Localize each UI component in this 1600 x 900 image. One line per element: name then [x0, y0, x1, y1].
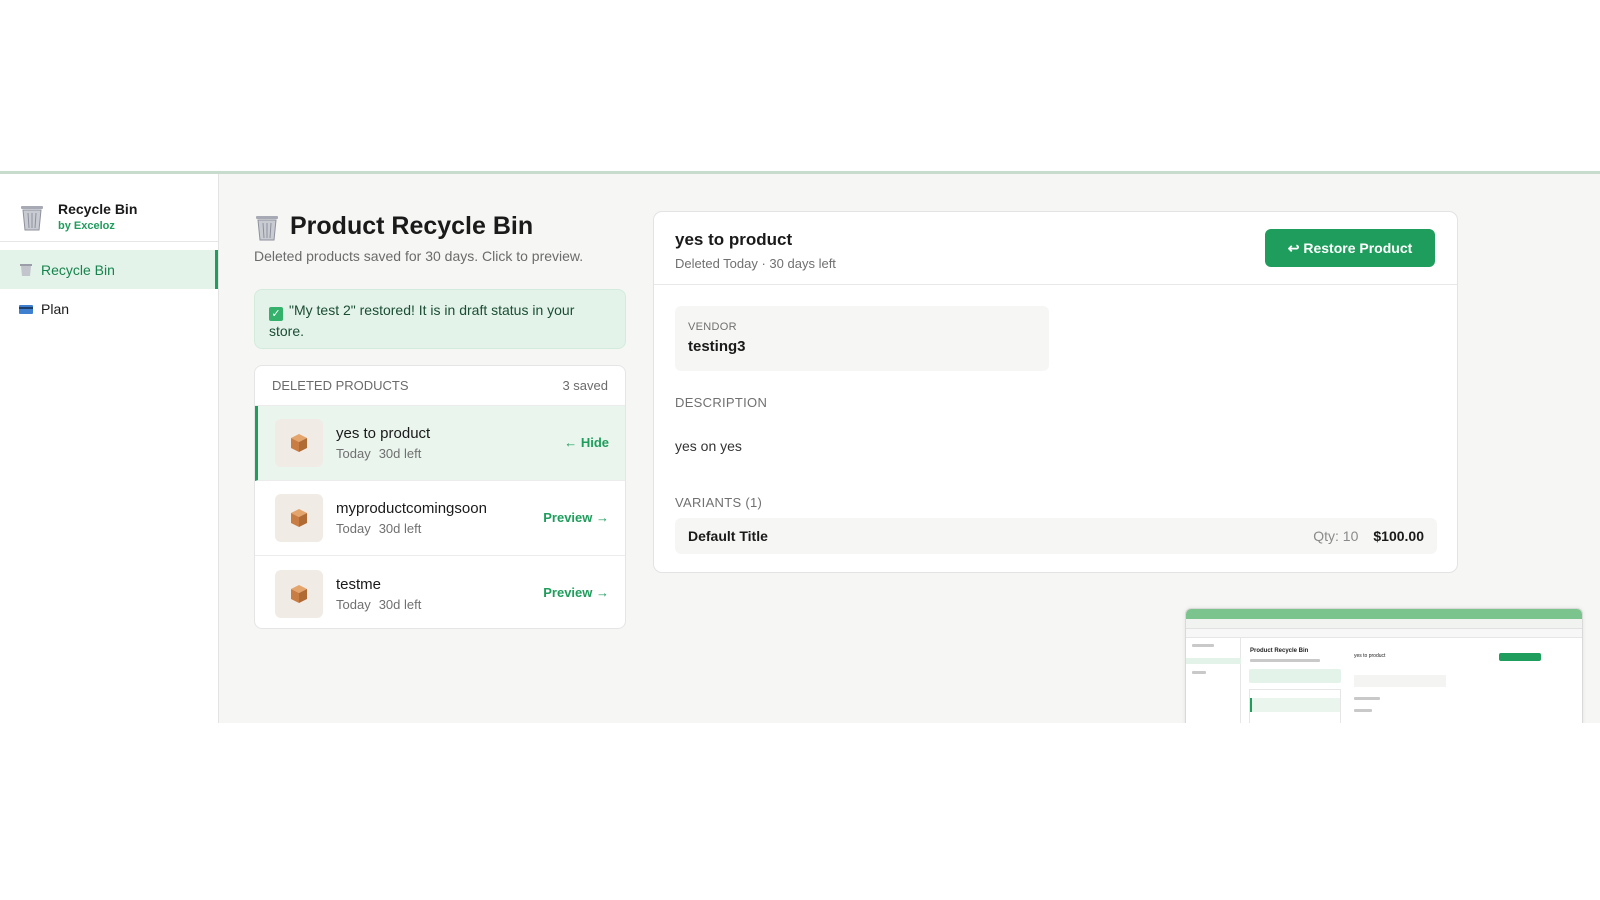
package-icon — [275, 419, 323, 467]
detail-header: yes to product Deleted Today · 30 days l… — [654, 212, 1457, 285]
preview-link[interactable]: Preview → — [543, 585, 609, 600]
screenshot-thumbnail: Product Recycle Bin yes to product — [1185, 608, 1583, 723]
thumbnail-url-bar — [1186, 619, 1582, 629]
product-days-left: 30d left — [378, 521, 422, 536]
trash-bin-icon — [20, 263, 32, 276]
sidebar-item-label: Recycle Bin — [41, 261, 115, 278]
variant-qty: Qty: 10 — [1313, 528, 1359, 544]
checkmark-icon: ✓ — [269, 307, 283, 321]
vendor-value: testing3 — [688, 338, 746, 355]
sidebar-item-plan[interactable]: Plan — [0, 289, 218, 328]
deleted-products-list: DELETED PRODUCTS 3 saved yes to product … — [254, 365, 626, 629]
product-date: Today — [336, 596, 371, 612]
thumbnail-line — [1354, 709, 1372, 712]
product-detail-panel: yes to product Deleted Today · 30 days l… — [653, 211, 1458, 573]
product-date: Today — [336, 446, 371, 461]
hide-link[interactable]: ← Hide — [564, 435, 609, 450]
thumbnail-active-item — [1186, 658, 1241, 664]
brand: Recycle Bin by Exceloz — [0, 174, 218, 242]
vendor-label: VENDOR — [688, 321, 737, 333]
trash-bin-icon — [21, 205, 43, 230]
app-frame: Recycle Bin by Exceloz Recycle Bin Plan — [0, 171, 1600, 723]
sidebar-item-label: Plan — [41, 300, 70, 317]
thumbnail-detail-title: yes to product — [1354, 653, 1386, 659]
thumbnail-restore-button — [1499, 653, 1541, 661]
brand-title: Recycle Bin — [58, 201, 138, 217]
list-header-title: DELETED PRODUCTS — [272, 378, 409, 393]
sidebar: Recycle Bin by Exceloz Recycle Bin Plan — [0, 174, 219, 723]
product-name: yes to product — [336, 425, 431, 442]
list-item[interactable]: testme Today 30d left Preview → — [255, 556, 625, 628]
product-name: testme — [336, 575, 382, 593]
credit-card-icon — [19, 304, 33, 314]
variants-label: VARIANTS (1) — [675, 495, 763, 510]
product-date: Today — [336, 521, 371, 536]
list-count: 3 saved — [562, 378, 608, 393]
product-days-left: 30d left — [378, 596, 422, 612]
description-label: DESCRIPTION — [675, 395, 768, 410]
trash-bin-icon — [256, 215, 278, 240]
package-icon — [275, 494, 323, 542]
thumbnail-title: Product Recycle Bin — [1250, 648, 1309, 654]
banner-text: "My test 2" restored! It is in draft sta… — [269, 302, 575, 339]
thumbnail-banner — [1249, 669, 1341, 683]
thumbnail-line — [1250, 659, 1320, 662]
package-icon — [275, 569, 323, 618]
variant-price: $100.00 — [1373, 528, 1424, 544]
thumbnail-line — [1192, 671, 1206, 674]
preview-link[interactable]: Preview → — [543, 510, 609, 525]
detail-title: yes to product — [675, 230, 793, 249]
variant-row: Default Title Qty: 10 $100.00 — [675, 518, 1437, 554]
thumbnail-sidebar — [1186, 638, 1241, 723]
restore-product-button[interactable]: ↩ Restore Product — [1265, 229, 1435, 267]
page-subtitle: Deleted products saved for 30 days. Clic… — [254, 248, 584, 264]
brand-subtitle: by Exceloz — [58, 220, 115, 232]
thumbnail-selected-row — [1250, 698, 1340, 712]
vendor-box: VENDOR testing3 — [675, 306, 1049, 371]
thumbnail-browser-tabs — [1186, 609, 1582, 619]
detail-meta: Deleted Today · 30 days left — [675, 256, 836, 271]
product-days-left: 30d left — [378, 446, 422, 461]
success-banner: ✓ "My test 2" restored! It is in draft st… — [254, 289, 626, 349]
thumbnail-list — [1249, 689, 1341, 723]
variant-title: Default Title — [688, 528, 768, 544]
list-header: DELETED PRODUCTS 3 saved — [255, 366, 625, 406]
sidebar-item-recycle-bin[interactable]: Recycle Bin — [0, 250, 218, 289]
list-item[interactable]: myproductcomingsoon Today 30d left Previe… — [255, 481, 625, 556]
page-header: Product Recycle Bin — [254, 212, 533, 241]
thumbnail-vendor-box — [1354, 675, 1446, 687]
thumbnail-line — [1192, 644, 1214, 647]
page-title: Product Recycle Bin — [290, 212, 534, 240]
thumbnail-bookmarks-bar — [1186, 629, 1582, 638]
list-item[interactable]: yes to product Today 30d left ← Hide — [255, 406, 625, 481]
product-name: myproductcomingsoon — [336, 500, 487, 517]
description-value: yes on yes — [675, 438, 742, 454]
thumbnail-line — [1354, 697, 1380, 700]
